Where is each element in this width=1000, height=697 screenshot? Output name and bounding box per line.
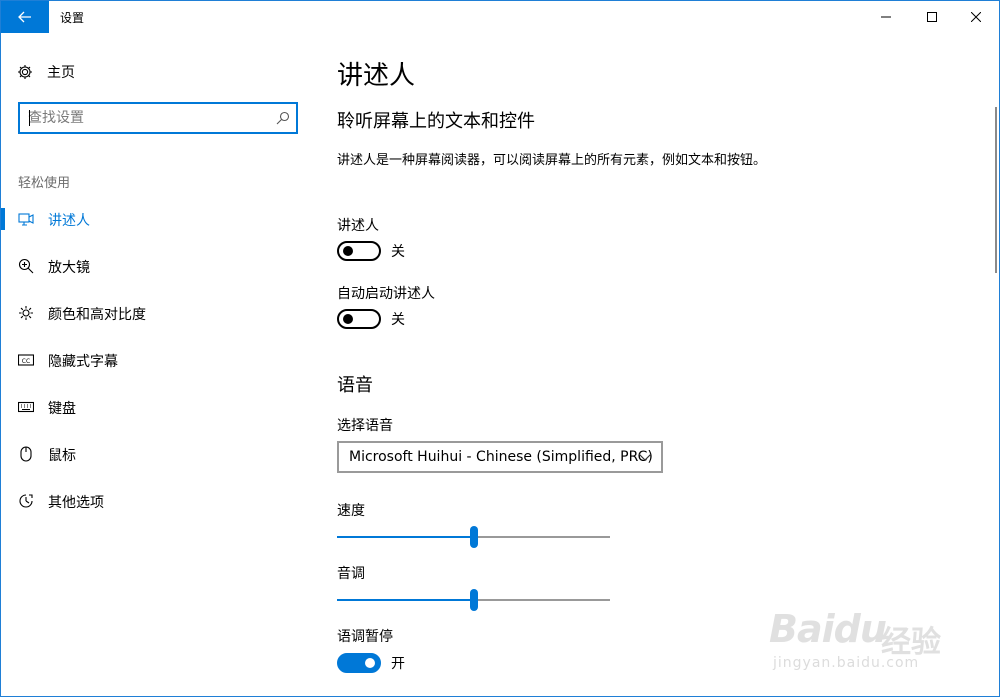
pitch-label: 音调 bbox=[337, 566, 365, 582]
auto-start-label: 自动启动讲述人 bbox=[337, 286, 435, 302]
home-nav-item[interactable]: 主页 bbox=[17, 61, 75, 83]
keyboard-icon bbox=[17, 399, 35, 415]
slider-track bbox=[478, 536, 610, 538]
maximize-button[interactable] bbox=[909, 1, 955, 33]
settings-window: 设置 主页 轻松使用 bbox=[0, 0, 1000, 697]
window-title: 设置 bbox=[60, 11, 85, 25]
narrator-toggle[interactable] bbox=[337, 241, 381, 261]
narrator-icon bbox=[17, 211, 35, 227]
voice-select-value: Microsoft Huihui - Chinese (Simplified, … bbox=[349, 449, 653, 465]
sidebar-item-label: 键盘 bbox=[48, 401, 76, 417]
slider-track bbox=[478, 599, 610, 601]
narrator-toggle-state: 关 bbox=[391, 244, 405, 260]
search-box bbox=[18, 102, 298, 134]
section-label: 轻松使用 bbox=[18, 176, 71, 191]
svg-text:CC: CC bbox=[22, 358, 30, 365]
baidu-jingyan-watermark: Baidu 经验 jingyan.baidu.com bbox=[769, 599, 969, 683]
voice-section-heading: 语音 bbox=[337, 375, 373, 396]
speed-label: 速度 bbox=[337, 503, 365, 519]
closed-captions-icon: CC bbox=[17, 352, 35, 368]
mouse-icon bbox=[17, 446, 35, 462]
search-input[interactable] bbox=[28, 110, 268, 126]
sidebar-item-color-contrast[interactable]: 颜色和高对比度 bbox=[1, 293, 317, 333]
intonation-pause-toggle-row: 开 bbox=[337, 652, 405, 674]
pitch-slider[interactable] bbox=[337, 588, 610, 612]
page-description: 讲述人是一种屏幕阅读器，可以阅读屏幕上的所有元素，例如文本和按钮。 bbox=[337, 153, 767, 168]
brightness-icon bbox=[17, 305, 35, 321]
title-bar: 设置 bbox=[1, 1, 999, 33]
slider-thumb[interactable] bbox=[470, 589, 478, 611]
sidebar-item-magnifier[interactable]: 放大镜 bbox=[1, 246, 317, 286]
gear-icon bbox=[18, 65, 32, 79]
toggle-knob bbox=[343, 246, 353, 256]
sidebar-item-label: 鼠标 bbox=[48, 448, 76, 464]
sidebar-item-narrator[interactable]: 讲述人 bbox=[1, 199, 317, 239]
voice-select-label: 选择语音 bbox=[337, 418, 393, 434]
close-button[interactable] bbox=[953, 1, 999, 33]
sidebar-item-label: 隐藏式字幕 bbox=[48, 354, 118, 370]
magnifier-icon bbox=[17, 258, 35, 274]
toggle-knob bbox=[365, 658, 375, 668]
sidebar-item-keyboard[interactable]: 键盘 bbox=[1, 387, 317, 427]
active-indicator bbox=[1, 208, 5, 230]
speed-slider[interactable] bbox=[337, 525, 610, 549]
sidebar-item-closed-captions[interactable]: CC 隐藏式字幕 bbox=[1, 340, 317, 380]
page-subtitle: 聆听屏幕上的文本和控件 bbox=[337, 111, 535, 132]
maximize-icon bbox=[927, 12, 937, 22]
auto-start-toggle[interactable] bbox=[337, 309, 381, 329]
auto-start-toggle-state: 关 bbox=[391, 312, 405, 328]
scrollbar-thumb[interactable] bbox=[995, 107, 997, 273]
back-arrow-icon bbox=[18, 11, 31, 23]
text-cursor bbox=[29, 110, 30, 126]
intonation-pause-toggle[interactable] bbox=[337, 653, 381, 673]
voice-select[interactable]: Microsoft Huihui - Chinese (Simplified, … bbox=[337, 441, 663, 473]
sidebar-item-other-options[interactable]: 其他选项 bbox=[1, 481, 317, 521]
narrator-toggle-row: 关 bbox=[337, 240, 405, 262]
home-label: 主页 bbox=[47, 65, 75, 81]
sidebar-item-label: 颜色和高对比度 bbox=[48, 307, 146, 323]
sidebar-item-mouse[interactable]: 鼠标 bbox=[1, 434, 317, 474]
minimize-button[interactable] bbox=[863, 1, 909, 33]
watermark-brand: Baidu bbox=[769, 607, 887, 651]
sidebar: 主页 轻松使用 讲述人 放大镜 bbox=[1, 33, 317, 696]
chevron-down-icon bbox=[638, 453, 652, 461]
intonation-pause-toggle-state: 开 bbox=[391, 656, 405, 672]
sidebar-item-label: 讲述人 bbox=[48, 213, 90, 229]
close-icon bbox=[971, 12, 981, 22]
slider-track-fill bbox=[337, 599, 470, 601]
watermark-url: jingyan.baidu.com bbox=[773, 655, 920, 671]
narrator-label: 讲述人 bbox=[337, 218, 379, 234]
scrollbar[interactable] bbox=[991, 33, 999, 696]
minimize-icon bbox=[881, 16, 891, 18]
sidebar-item-label: 放大镜 bbox=[48, 260, 90, 276]
back-button[interactable] bbox=[1, 1, 49, 33]
toggle-knob bbox=[343, 314, 353, 324]
slider-track-fill bbox=[337, 536, 470, 538]
intonation-pause-label: 语调暂停 bbox=[337, 629, 393, 645]
slider-thumb[interactable] bbox=[470, 526, 478, 548]
page-title: 讲述人 bbox=[337, 61, 416, 91]
auto-start-toggle-row: 关 bbox=[337, 308, 405, 330]
main-content: 讲述人 聆听屏幕上的文本和控件 讲述人是一种屏幕阅读器，可以阅读屏幕上的所有元素… bbox=[337, 33, 977, 696]
search-icon[interactable] bbox=[276, 111, 290, 125]
other-options-icon bbox=[17, 493, 35, 509]
sidebar-item-label: 其他选项 bbox=[48, 495, 104, 511]
